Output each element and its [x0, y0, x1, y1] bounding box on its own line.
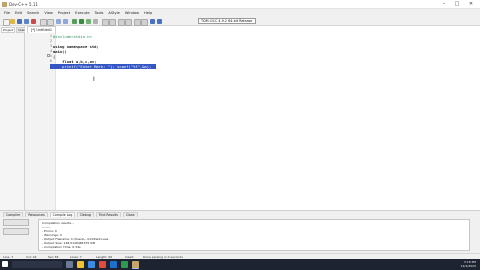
code-line-selected: printf("Enter Mark: "); scanf("%f",&a); [53, 64, 152, 69]
insert-icon[interactable] [157, 19, 162, 24]
menu-execute[interactable]: Execute [75, 11, 89, 15]
unindent-icon[interactable] [125, 19, 132, 26]
save-icon[interactable] [17, 19, 22, 24]
line-number: 2 [49, 39, 52, 43]
title-bar: Dev-C++ 5.11 – □ ✕ [0, 0, 480, 9]
toggle-comment-icon[interactable] [134, 19, 141, 26]
new-file-icon[interactable] [3, 19, 10, 26]
open-folder-icon[interactable] [10, 19, 15, 24]
find-icon[interactable] [56, 19, 61, 24]
close-file-icon[interactable] [31, 19, 36, 24]
excel-icon[interactable] [121, 261, 128, 268]
menu-file[interactable]: File [4, 11, 10, 15]
redo-icon[interactable] [47, 19, 54, 26]
task-view-icon[interactable] [66, 261, 73, 268]
menu-tools[interactable]: Tools [95, 11, 104, 15]
menu-project[interactable]: Project [58, 11, 70, 15]
devcpp-taskbar-icon[interactable] [132, 261, 139, 269]
devcpp-app-icon [2, 2, 7, 7]
save-all-icon[interactable] [24, 19, 29, 24]
line-number: 3 [49, 44, 52, 48]
fold-marker-icon[interactable] [47, 54, 50, 57]
windows-start-icon[interactable] [2, 261, 8, 267]
maximize-icon[interactable]: □ [451, 1, 463, 8]
compile-log-panel: Compilation results... -------- - Errors… [0, 217, 480, 253]
file-explorer-icon[interactable] [77, 261, 84, 268]
indent-icon[interactable] [118, 19, 125, 26]
text-cursor-icon: I [93, 76, 95, 83]
menu-view[interactable]: View [44, 11, 53, 15]
line-number: 6 [49, 59, 52, 63]
window-title: Dev-C++ 5.11 [9, 2, 38, 7]
code-line: #include<stdio.h> [53, 34, 92, 39]
edge-icon[interactable] [88, 261, 95, 268]
line-number: 5 [49, 54, 52, 58]
close-icon[interactable]: ✕ [465, 1, 477, 8]
menu-search[interactable]: Search [27, 11, 39, 15]
compile-run-icon[interactable] [86, 19, 91, 24]
toolbar: TDM-GCC 4.9.2 64-bit Release [0, 17, 480, 26]
profile-icon[interactable] [109, 19, 116, 26]
abort-compilation-button[interactable] [3, 219, 29, 226]
log-line: - Compilation Time: 0.34s [42, 245, 81, 249]
taskbar-search-box[interactable] [12, 261, 62, 268]
line-number-gutter: 1 2 3 4 5 6 7 [25, 33, 56, 210]
file-tab[interactable]: [*] Untitled1 [27, 26, 56, 33]
debug-icon[interactable] [102, 19, 109, 26]
taskbar-clock[interactable]: 3:18 PM 12/4/2020 [461, 260, 476, 268]
compile-icon[interactable] [72, 19, 77, 24]
menu-edit[interactable]: Edit [15, 11, 22, 15]
line-number: 1 [49, 34, 52, 38]
replace-icon[interactable] [63, 19, 68, 24]
word-icon[interactable] [110, 261, 117, 268]
menu-bar: File Edit Search View Project Execute To… [0, 9, 480, 17]
menu-window[interactable]: Window [125, 11, 139, 15]
bottom-panel-tabs: Compiler Resources Compile Log Debug Fin… [0, 210, 480, 218]
bookmark-icon[interactable] [141, 19, 148, 26]
chrome-icon[interactable] [99, 261, 106, 268]
log-buttons [3, 219, 35, 237]
selected-code-line: printf("Enter Mark: "); scanf("%f",&a); [50, 64, 156, 69]
rebuild-icon[interactable] [93, 19, 98, 24]
windows-taskbar: 3:18 PM 12/4/2020 [0, 259, 480, 270]
compiler-select[interactable]: TDM-GCC 4.9.2 64-bit Release [198, 18, 256, 24]
undo-icon[interactable] [40, 19, 47, 26]
run-icon[interactable] [79, 19, 84, 24]
line-number: 4 [49, 49, 52, 53]
clock-date: 12/4/2020 [460, 264, 476, 268]
tab-project[interactable]: Project [1, 27, 16, 33]
minimize-icon[interactable]: – [438, 1, 450, 8]
menu-astyle[interactable]: AStyle [108, 11, 120, 15]
compile-log-text[interactable]: Compilation results... -------- - Errors… [38, 219, 470, 251]
code-editor[interactable]: [*] Untitled1 1 2 3 4 5 6 7 #include<std… [25, 26, 480, 210]
new-class-icon[interactable] [150, 19, 155, 24]
menu-help[interactable]: Help [144, 11, 152, 15]
project-panel: Project Classes Debug [0, 26, 47, 210]
shorten-paths-button[interactable] [3, 228, 29, 235]
